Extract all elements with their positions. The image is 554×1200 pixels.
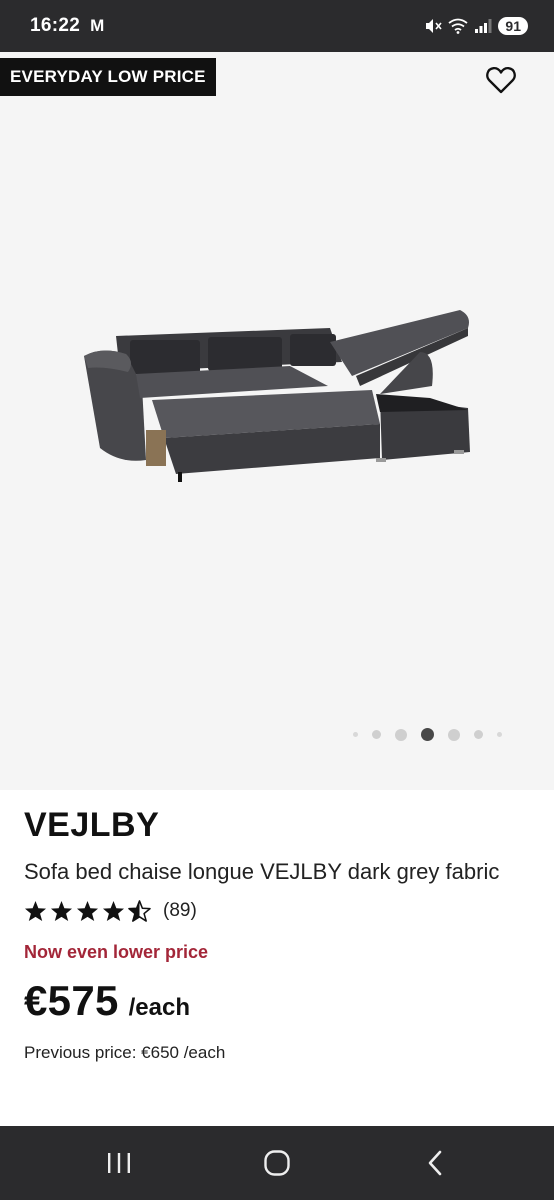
carousel-dot[interactable]	[352, 732, 358, 737]
signal-icon	[475, 19, 492, 33]
back-button[interactable]	[405, 1133, 465, 1193]
carousel-dot[interactable]	[496, 732, 502, 737]
star-full-icon	[50, 900, 73, 922]
current-price: €575	[24, 977, 119, 1024]
status-bar: 16:22 M 91	[0, 0, 554, 52]
back-icon	[428, 1150, 442, 1176]
star-half-icon	[128, 900, 151, 922]
previous-price: Previous price: €650 /each	[24, 1043, 226, 1062]
star-full-icon	[76, 900, 99, 922]
price-badge: EVERYDAY LOW PRICE	[0, 58, 216, 96]
carousel-dot-active[interactable]	[420, 728, 434, 741]
carousel-dot[interactable]	[447, 728, 460, 741]
gmail-icon: M	[90, 16, 105, 35]
product-brand: VEJLBY	[24, 806, 160, 844]
star-full-icon	[102, 900, 125, 922]
status-icons: 91	[424, 17, 528, 35]
rating-stars	[24, 900, 151, 922]
recents-button[interactable]	[89, 1133, 149, 1193]
wifi-icon	[448, 18, 468, 34]
system-nav-bar	[0, 1126, 554, 1200]
heart-icon[interactable]	[486, 66, 516, 94]
product-description: Sofa bed chaise longue VEJLBY dark grey …	[24, 859, 500, 884]
carousel-dots[interactable]	[0, 728, 554, 741]
product-info: VEJLBY Sofa bed chaise longue VEJLBY dar…	[24, 790, 534, 1063]
sofa-bed-image	[84, 310, 470, 482]
price-unit: /each	[128, 994, 191, 1021]
product-gallery[interactable]: EVERYDAY LOW PRICE	[0, 52, 554, 790]
home-button[interactable]	[247, 1133, 307, 1193]
status-time: 16:22	[30, 15, 81, 36]
recents-icon	[108, 1153, 130, 1173]
carousel-dot[interactable]	[371, 730, 381, 739]
carousel-dot[interactable]	[394, 728, 407, 741]
home-icon	[264, 1150, 290, 1176]
battery-icon: 91	[498, 17, 528, 35]
rating-count[interactable]: (89)	[163, 900, 197, 922]
carousel-dot[interactable]	[473, 730, 483, 739]
rating[interactable]: (89)	[24, 896, 534, 926]
star-full-icon	[24, 900, 47, 922]
mute-icon	[426, 19, 443, 33]
promo-text: Now even lower price	[24, 942, 209, 962]
price-row: €575 /each	[24, 977, 534, 1025]
